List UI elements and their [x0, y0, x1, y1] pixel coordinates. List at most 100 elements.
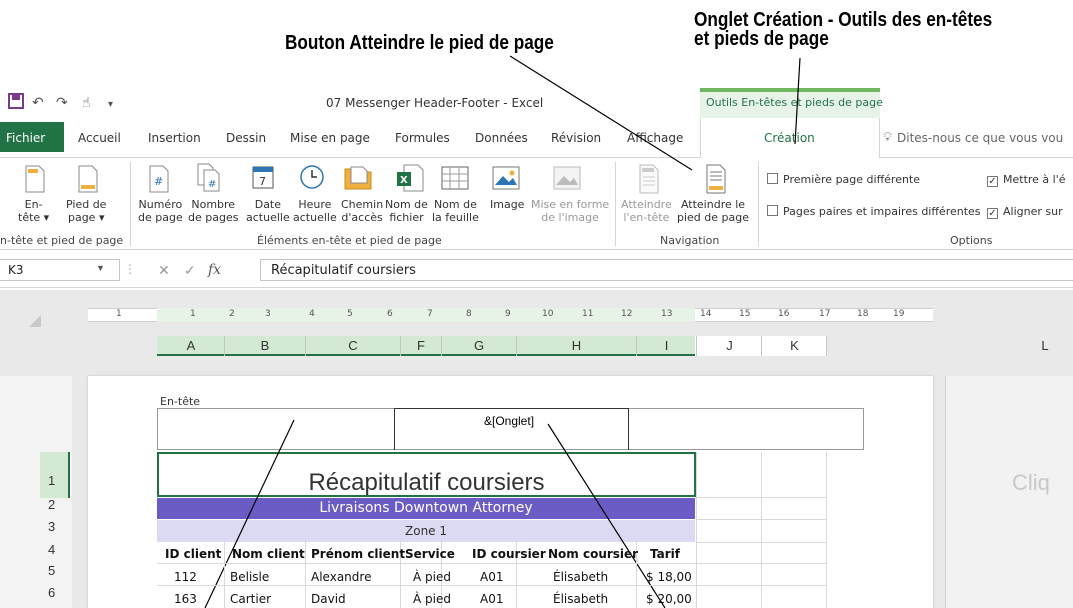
checkbox-checked[interactable]: ✓ [987, 176, 998, 187]
ruler-number: 15 [739, 309, 751, 319]
ribbon-separator [758, 162, 759, 246]
column-separator [224, 336, 225, 356]
enter-icon[interactable]: ✓ [184, 262, 196, 279]
current-time-button[interactable]: Heure actuelle [293, 198, 337, 224]
tab-page-layout[interactable]: Mise en page [290, 131, 370, 145]
column-separator [305, 336, 306, 356]
option-odd-even-different[interactable]: Pages paires et impaires différentes [767, 205, 981, 218]
row-header-1: 1 [48, 473, 56, 488]
ruler-number: 16 [778, 309, 790, 319]
ruler-number: 1 [116, 309, 122, 319]
sheet-subtitle-cell[interactable]: Livraisons Downtown Attorney [157, 498, 695, 519]
insert-function-icon[interactable]: fx [208, 262, 221, 278]
sheet-title-cell[interactable]: Récapitulatif coursiers [157, 452, 696, 497]
filename-label-1: Nom de [385, 198, 428, 211]
table-cell: Alexandre [311, 570, 372, 584]
tab-draw[interactable]: Dessin [226, 131, 266, 145]
tell-me-search[interactable]: Dites-nous ce que vous vou [897, 131, 1063, 145]
checkbox-unchecked[interactable] [767, 173, 778, 184]
table-column-header: Prénom client [311, 547, 406, 561]
goto-footer-button[interactable]: Atteindre le pied de page [677, 198, 749, 224]
window-title: 07 Messenger Header-Footer - Excel [326, 96, 544, 110]
column-header-h: H [571, 338, 582, 353]
tab-review[interactable]: Révision [551, 131, 601, 145]
file-path-button[interactable]: Chemin d'accès [341, 198, 383, 224]
footer-label-2: page ▾ [67, 211, 105, 224]
ruler-number: 19 [893, 309, 905, 319]
picture-button[interactable]: Image [490, 198, 524, 211]
tab-insert[interactable]: Insertion [148, 131, 201, 145]
ruler-number: 2 [229, 309, 235, 319]
more-icon: ⋮ [124, 262, 136, 276]
column-header-a: A [186, 338, 196, 353]
table-cell: David [311, 592, 346, 606]
header-button[interactable]: En-tête ▾ [18, 198, 49, 224]
excel-window: Bouton Atteindre le pied de page Onglet … [0, 0, 1073, 608]
tab-home[interactable]: Accueil [78, 131, 121, 145]
formatpic-label-1: Mise en forme [531, 198, 610, 211]
row-header-2: 2 [48, 497, 56, 512]
column-separator [761, 336, 762, 356]
ruler-number: 11 [582, 309, 594, 319]
sheet-zone-cell[interactable]: Zone 1 [157, 520, 695, 542]
option-odd-even-label: Pages paires et impaires différentes [783, 205, 981, 218]
page-count-button[interactable]: Nombre de pages [188, 198, 238, 224]
context-tab-title: Outils En-têtes et pieds de page [706, 96, 883, 109]
footer-icon [78, 165, 98, 193]
picture-label: Image [490, 198, 525, 211]
redo-icon[interactable]: ↷ [56, 95, 68, 111]
format-picture-button[interactable]: Mise en forme de l'image [531, 198, 609, 224]
touch-mode-icon[interactable]: ☝ [82, 95, 91, 111]
column-header-k: K [790, 338, 799, 353]
goto-footer-icon [706, 164, 726, 194]
column-header-g: G [473, 338, 485, 353]
undo-icon[interactable]: ↶ [32, 95, 44, 111]
option-scale-with-document[interactable]: ✓ Mettre à l'é [987, 173, 1066, 187]
option-align-with-margins[interactable]: ✓ Aligner sur [987, 205, 1063, 219]
cancel-icon[interactable]: ✕ [158, 262, 170, 279]
formula-input[interactable]: Récapitulatif coursiers [260, 259, 1073, 281]
tab-file-label[interactable]: Fichier [6, 131, 45, 145]
save-icon[interactable] [8, 93, 24, 113]
current-date-button[interactable]: Date actuelle [246, 198, 290, 224]
svg-text:X: X [400, 175, 408, 186]
svg-text:#: # [154, 175, 163, 188]
checkbox-checked[interactable]: ✓ [987, 208, 998, 219]
gridline-horizontal [696, 585, 827, 586]
page-number-button[interactable]: Numéro de page [138, 198, 183, 224]
row-header-4: 4 [48, 542, 56, 557]
column-separator [441, 336, 442, 356]
tab-formulas[interactable]: Formules [395, 131, 450, 145]
table-cell: À pied [413, 592, 451, 606]
ribbon-separator [615, 162, 616, 246]
curtime-label-2: actuelle [293, 211, 337, 224]
gridline-horizontal [157, 585, 696, 586]
header-center-code[interactable]: &[Onglet] [484, 414, 534, 428]
goto-header-button[interactable]: Atteindre l'en-tête [621, 198, 672, 224]
select-all-corner-icon[interactable] [28, 314, 42, 328]
ribbon-separator [130, 162, 131, 246]
column-header-c: C [348, 338, 358, 353]
pagecount-label-2: de pages [188, 211, 239, 224]
ruler-number: 1 [190, 309, 196, 319]
sheet-grid-icon [441, 166, 469, 190]
table-cell: A01 [480, 592, 504, 606]
next-page-placeholder[interactable]: Cliq [1012, 470, 1050, 496]
tab-view[interactable]: Affichage [627, 131, 683, 145]
checkbox-unchecked[interactable] [767, 205, 778, 216]
footer-label-1: Pied de [66, 198, 107, 211]
column-separator [826, 336, 827, 356]
table-cell: Belisle [230, 570, 270, 584]
tab-data[interactable]: Données [475, 131, 528, 145]
customize-qat-icon[interactable]: ▾ [108, 99, 113, 110]
file-name-button[interactable]: Nom de fichier [385, 198, 428, 224]
gridline-horizontal [696, 542, 827, 543]
ruler-number: 8 [466, 309, 472, 319]
row-header-5: 5 [48, 563, 56, 578]
sheet-name-button[interactable]: Nom de la feuille [432, 198, 479, 224]
footer-button[interactable]: Pied de page ▾ [66, 198, 106, 224]
gridline-horizontal [157, 563, 696, 564]
tab-design-label[interactable]: Création [764, 131, 815, 145]
option-first-page-different[interactable]: Première page différente [767, 173, 920, 186]
chevron-down-icon[interactable]: ▼ [96, 263, 105, 273]
